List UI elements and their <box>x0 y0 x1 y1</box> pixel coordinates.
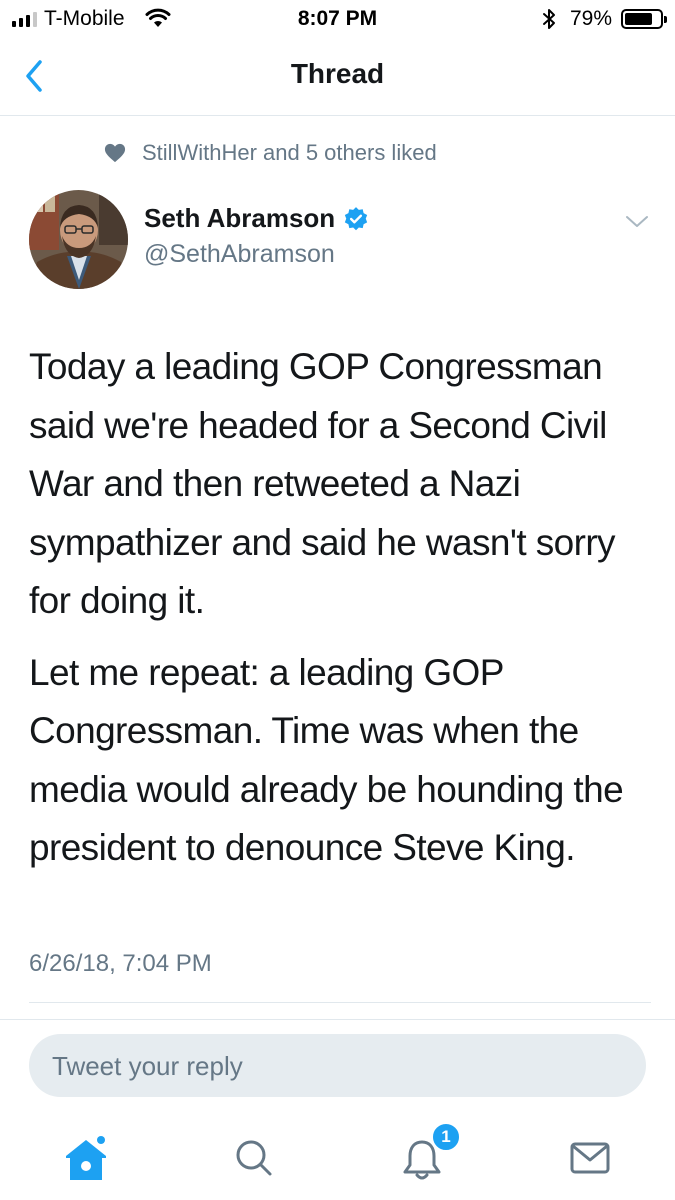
battery-icon <box>621 9 667 29</box>
status-bar: T-Mobile 8:07 PM 79% <box>0 0 675 38</box>
social-context[interactable]: StillWithHer and 5 others liked <box>104 140 437 166</box>
reply-input[interactable]: Tweet your reply <box>29 1034 646 1097</box>
search-icon <box>236 1140 272 1176</box>
reply-placeholder: Tweet your reply <box>52 1051 243 1081</box>
tab-search[interactable] <box>224 1128 284 1188</box>
author-name[interactable]: Seth Abramson <box>144 203 369 234</box>
notifications-badge: 1 <box>431 1122 461 1152</box>
tweet-timestamp: 6/26/18, 7:04 PM <box>29 950 212 977</box>
tab-messages[interactable] <box>560 1128 620 1188</box>
battery-percent: 79% <box>570 7 613 30</box>
verified-badge-icon <box>345 206 368 230</box>
tweet-options-button[interactable] <box>624 212 650 232</box>
page-title: Thread <box>290 58 385 89</box>
divider <box>0 1019 675 1020</box>
heart-icon <box>104 143 126 163</box>
author-name-text: Seth Abramson <box>144 203 336 233</box>
divider <box>29 1002 651 1003</box>
bluetooth-icon <box>541 7 557 36</box>
home-icon <box>66 1136 106 1180</box>
avatar[interactable] <box>29 190 128 289</box>
tab-bar <box>0 1110 675 1200</box>
nav-bar: Thread <box>0 38 675 116</box>
tab-home[interactable] <box>56 1128 116 1188</box>
social-context-text: StillWithHer and 5 others liked <box>142 140 437 165</box>
author-handle[interactable]: @SethAbramson <box>144 240 335 269</box>
chevron-down-icon <box>626 216 648 227</box>
messages-icon <box>570 1142 610 1174</box>
tweet-paragraph: Let me repeat: a leading GOP Congressman… <box>29 651 624 869</box>
tweet-paragraph: Today a leading GOP Congressman said we'… <box>29 346 616 621</box>
tweet-text: Today a leading GOP Congressman said we'… <box>29 338 649 878</box>
